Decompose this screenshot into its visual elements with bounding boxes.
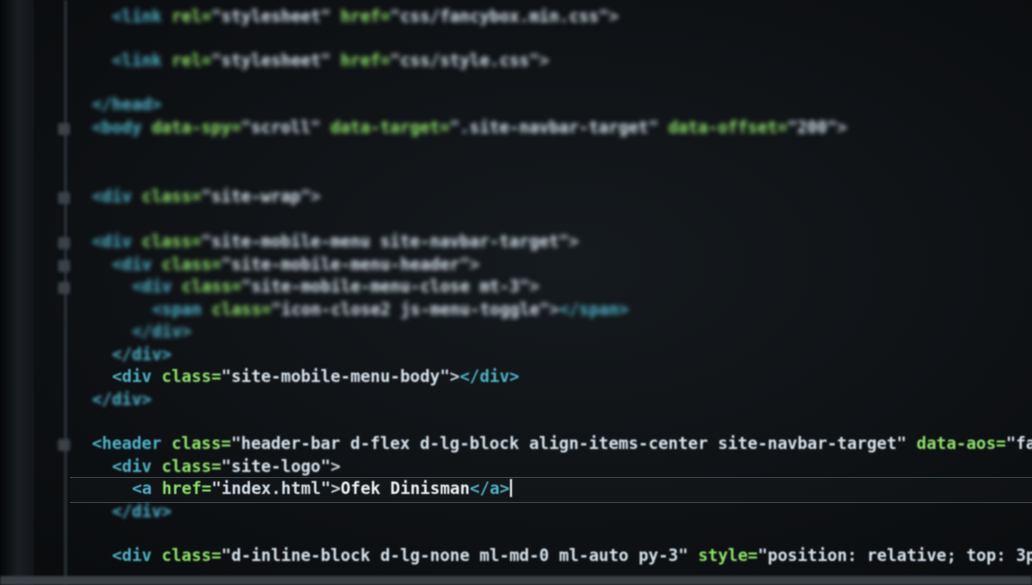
code-line-l12[interactable]: <div class="site-mobile-menu-body"></div… xyxy=(112,366,519,388)
text-cursor xyxy=(509,479,512,497)
fold-icon[interactable] xyxy=(58,237,70,249)
code-token: > xyxy=(330,457,341,476)
code-token: </div> xyxy=(112,345,172,364)
code-token: "css/style.css" xyxy=(390,51,540,70)
code-token: "position: relative; top: 3p xyxy=(757,546,1032,565)
code-token: "stylesheet" xyxy=(211,7,341,26)
code-token: "site-mobile-menu-body" xyxy=(221,367,450,386)
code-token: </div> xyxy=(92,390,152,409)
code-token: Ofek Dinisman xyxy=(340,479,470,498)
code-token: <body xyxy=(92,118,152,137)
code-token: "site-mobile-menu-close mt-3" xyxy=(241,277,530,296)
code-token: </head> xyxy=(92,95,162,114)
code-token: "scroll" xyxy=(241,118,331,137)
code-token: href= xyxy=(340,7,391,26)
code-token: <header xyxy=(92,434,172,453)
code-token: data-aos= xyxy=(916,434,1006,453)
code-token: > xyxy=(837,118,848,137)
code-line-l10[interactable]: </div> xyxy=(132,321,192,343)
code-token: class= xyxy=(181,277,242,296)
code-editor[interactable]: <link rel="stylesheet" href="css/fancybo… xyxy=(0,0,1032,585)
fold-icon[interactable] xyxy=(58,123,70,135)
code-token: href= xyxy=(340,51,391,70)
code-token: > xyxy=(330,479,341,498)
code-line-l16[interactable]: <a href="index.html">Ofek Dinisman</a> xyxy=(132,478,512,500)
code-line-l1[interactable]: <link rel="stylesheet" href="css/fancybo… xyxy=(112,6,619,28)
code-token: rel= xyxy=(171,7,212,26)
code-token: <div xyxy=(132,277,182,296)
code-token: > xyxy=(469,255,480,274)
code-token: "fa xyxy=(1005,434,1032,453)
code-token: </span> xyxy=(559,300,629,319)
code-token: > xyxy=(529,277,540,296)
code-token: class= xyxy=(161,457,222,476)
code-token: > xyxy=(568,232,579,251)
code-token: <div xyxy=(112,255,162,274)
code-token: "header-bar d-flex d-lg-block align-item… xyxy=(231,434,917,453)
code-token: data-offset= xyxy=(668,118,788,137)
code-token: "site-wrap" xyxy=(201,187,311,206)
code-token: "site-logo" xyxy=(221,457,331,476)
code-token: ".site-navbar-target" xyxy=(449,118,669,137)
code-token: <div xyxy=(112,546,162,565)
code-line-l13[interactable]: </div> xyxy=(92,389,152,411)
code-token: class= xyxy=(141,232,202,251)
code-token: class= xyxy=(141,187,202,206)
code-line-l14[interactable]: <header class="header-bar d-flex d-lg-bl… xyxy=(92,433,1032,455)
code-token: </a> xyxy=(469,479,510,498)
code-token: "site-mobile-menu site-navbar-target" xyxy=(201,232,569,251)
code-token: <link xyxy=(112,7,172,26)
fold-icon[interactable] xyxy=(58,282,70,294)
code-token: "index.html" xyxy=(211,479,331,498)
code-token: <span xyxy=(152,300,212,319)
code-token: "stylesheet" xyxy=(211,51,341,70)
code-token: "d-inline-block d-lg-none ml-md-0 ml-aut… xyxy=(221,546,699,565)
code-line-l9[interactable]: <span class="icon-close2 js-menu-toggle"… xyxy=(152,299,629,321)
code-line-l11[interactable]: </div> xyxy=(112,344,172,366)
code-token: > xyxy=(539,51,550,70)
code-line-l4[interactable]: <body data-spy="scroll" data-target=".si… xyxy=(92,117,847,139)
code-line-l5[interactable]: <div class="site-wrap"> xyxy=(92,186,321,208)
code-line-l3[interactable]: </head> xyxy=(92,94,162,116)
code-token: "200" xyxy=(787,118,838,137)
code-token: </div> xyxy=(459,367,520,386)
code-token: <a xyxy=(132,479,162,498)
code-token: data-target= xyxy=(330,118,450,137)
screen-bezel xyxy=(0,0,34,585)
fold-icon[interactable] xyxy=(58,439,70,451)
code-token: <div xyxy=(92,232,142,251)
code-line-l8[interactable]: <div class="site-mobile-menu-close mt-3"… xyxy=(132,276,539,298)
code-line-l17[interactable]: </div> xyxy=(112,501,172,523)
code-token: data-spy= xyxy=(151,118,242,137)
code-token: "icon-close2 js-menu-toggle" xyxy=(271,300,550,319)
code-token: > xyxy=(549,300,560,319)
code-line-l18[interactable]: <div class="d-inline-block d-lg-none ml-… xyxy=(112,545,1032,567)
code-token: rel= xyxy=(171,51,212,70)
code-token: </div> xyxy=(132,322,192,341)
status-bar xyxy=(0,576,1032,585)
code-token: class= xyxy=(171,434,232,453)
code-token: > xyxy=(608,7,619,26)
code-line-l15[interactable]: <div class="site-logo"> xyxy=(112,456,341,478)
fold-icon[interactable] xyxy=(58,260,70,272)
code-token: class= xyxy=(161,367,222,386)
code-token: </div> xyxy=(112,502,172,521)
code-token: "site-mobile-menu-header" xyxy=(221,255,470,274)
code-token: style= xyxy=(698,546,758,565)
fold-icon[interactable] xyxy=(58,192,70,204)
code-line-l6[interactable]: <div class="site-mobile-menu site-navbar… xyxy=(92,231,579,253)
code-token: href= xyxy=(161,479,212,498)
code-token: <link xyxy=(112,51,172,70)
code-token: > xyxy=(449,367,460,386)
code-token: class= xyxy=(161,255,222,274)
code-token: class= xyxy=(211,300,272,319)
code-line-l7[interactable]: <div class="site-mobile-menu-header"> xyxy=(112,254,480,276)
code-line-l2[interactable]: <link rel="stylesheet" href="css/style.c… xyxy=(112,50,549,72)
code-token: class= xyxy=(161,546,222,565)
code-token: "css/fancybox.min.css" xyxy=(390,7,609,26)
code-token: <div xyxy=(92,187,142,206)
code-token: <div xyxy=(112,457,162,476)
code-token: > xyxy=(310,187,321,206)
code-token: <div xyxy=(112,367,162,386)
